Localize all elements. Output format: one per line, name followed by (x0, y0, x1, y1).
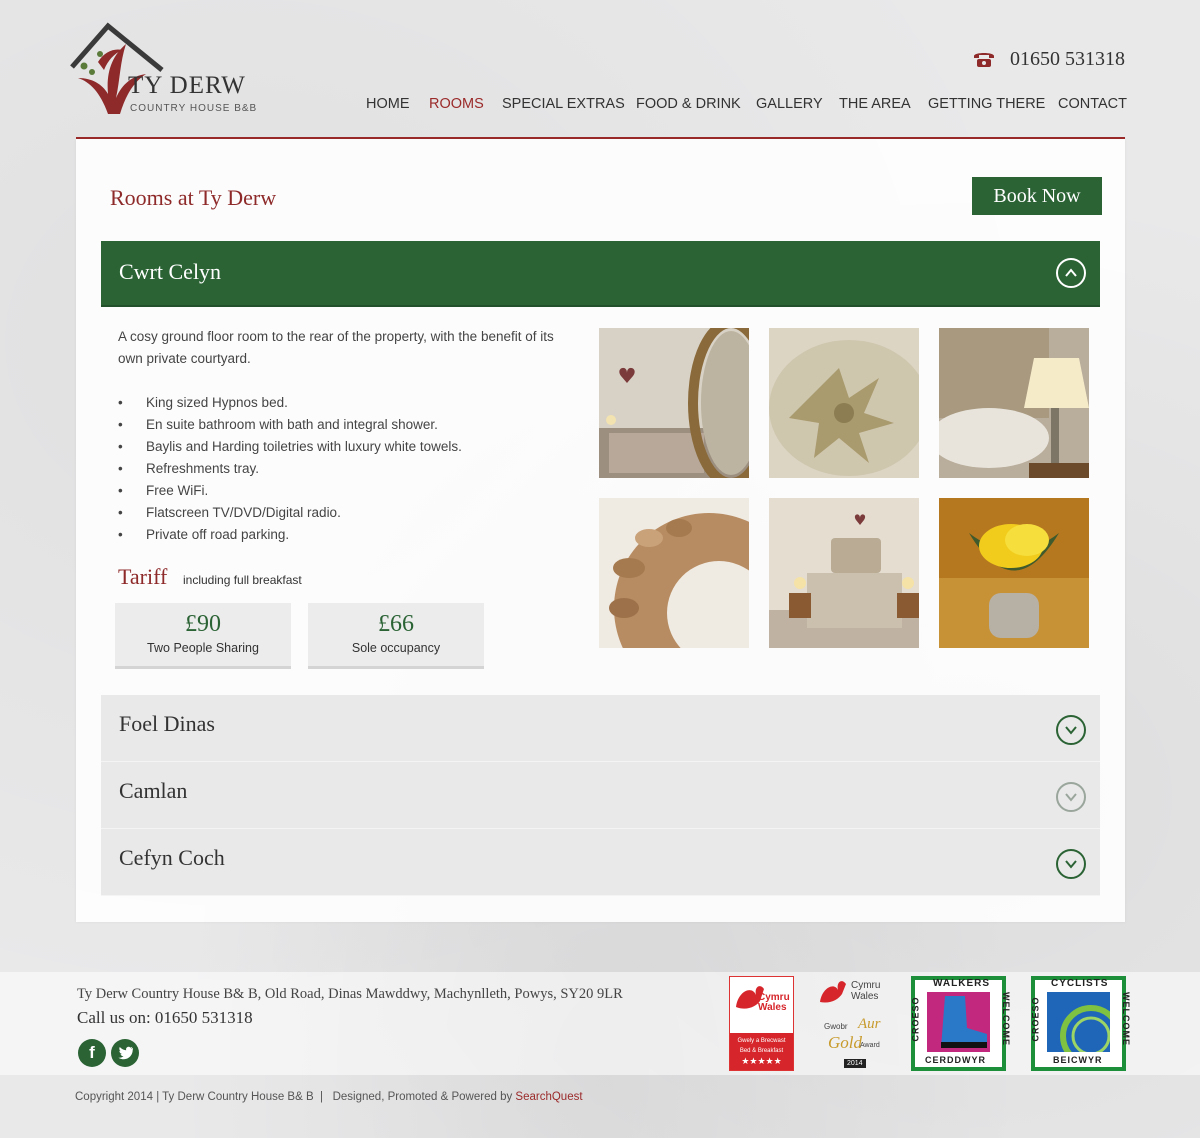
badge-text: CROESO (910, 996, 921, 1042)
nav-contact[interactable]: CONTACT (1058, 96, 1127, 112)
walking-boot-icon (927, 992, 990, 1052)
feature-item: Baylis and Harding toiletries with luxur… (118, 436, 588, 458)
wooden-wreath-photo[interactable] (599, 498, 749, 648)
badge-text: Gold (828, 1033, 862, 1052)
room-accordion-header-cwrt-celyn[interactable] (101, 241, 1100, 307)
badge-text: BEICWYR (1053, 1055, 1103, 1065)
yellow-flower-photo[interactable] (939, 498, 1089, 648)
phone-number: 01650 531318 (1010, 47, 1125, 70)
room-title: Foel Dinas (119, 711, 215, 736)
feature-item: En suite bathroom with bath and integral… (118, 414, 588, 436)
footer-address: Ty Derw Country House B& B, Old Road, Di… (77, 986, 623, 1002)
bedroom-mirror-photo[interactable] (599, 328, 749, 478)
feature-item: Refreshments tray. (118, 458, 588, 480)
embroidered-cushion-photo[interactable] (769, 328, 919, 478)
badge-text: Aur (858, 1016, 881, 1032)
nav-home[interactable]: HOME (366, 96, 410, 112)
facebook-icon[interactable]: f (78, 1039, 106, 1067)
feature-item: Free WiFi. (118, 480, 588, 502)
badge-text: CROESO (1030, 996, 1041, 1042)
room-accordion-foel-dinas[interactable]: Foel Dinas (101, 695, 1100, 762)
room-accordion-cefyn-coch[interactable]: Cefyn Coch (101, 829, 1100, 896)
book-now-button[interactable]: Book Now (972, 177, 1102, 215)
collapse-chevron-up-icon[interactable] (1056, 258, 1086, 288)
footer-call: Call us on: 01650 531318 (77, 1008, 253, 1027)
price-label: Sole occupancy (351, 641, 441, 655)
croeso-walkers-welcome-badge: WALKERS CROESO WELCOME CERDDWYR (910, 976, 1011, 1071)
badge-text: Bed & Breakfast (739, 1048, 784, 1054)
room-title: Cefyn Coch (119, 845, 225, 870)
bicycle-wheel-icon (1047, 992, 1110, 1052)
badge-text: Award (860, 1042, 880, 1049)
tariff-title: Tariff (118, 564, 168, 589)
expand-chevron-down-icon[interactable] (1056, 849, 1086, 879)
room-description: A cosy ground floor room to the rear of … (118, 329, 554, 366)
nav-special-extras[interactable]: SPECIAL EXTRAS (502, 96, 625, 112)
searchquest-link[interactable]: SearchQuest (515, 1091, 582, 1103)
main-nav: HOME ROOMS SPECIAL EXTRAS FOOD & DRINK G… (0, 96, 1127, 118)
expand-chevron-down-icon[interactable] (1056, 782, 1086, 812)
badge-text: Gwobr (824, 1022, 848, 1031)
copyright-text: Copyright 2014 | Ty Derw Country House B… (75, 1091, 516, 1103)
feature-item: Flatscreen TV/DVD/Digital radio. (118, 502, 588, 524)
room-title: Camlan (119, 778, 188, 803)
nav-gallery[interactable]: GALLERY (756, 96, 823, 112)
visit-wales-5-star-badge: Cymru Wales Gwely a Brecwast Bed & Break… (729, 976, 794, 1071)
badge-text: 2014 (844, 1059, 866, 1068)
header-phone[interactable]: 01650 531318 (972, 46, 1125, 72)
nav-the-area[interactable]: THE AREA (839, 96, 911, 112)
room-features-list: King sized Hypnos bed. En suite bathroom… (118, 392, 588, 546)
badge-text: CERDDWYR (925, 1055, 986, 1065)
expand-chevron-down-icon[interactable] (1056, 715, 1086, 745)
nav-getting-there[interactable]: GETTING THERE (928, 96, 1045, 112)
badge-text: WELCOME (1001, 992, 1011, 1046)
price-box-sole-occupancy: £66 Sole occupancy (308, 603, 484, 669)
feature-item: King sized Hypnos bed. (118, 392, 588, 414)
bedside-lamp-photo[interactable] (939, 328, 1089, 478)
badge-text: Gwely a Brecwast (737, 1038, 786, 1044)
room-title: Cwrt Celyn (119, 259, 222, 284)
badge-stars: ★★★★★ (741, 1056, 782, 1066)
page-title: Rooms at Ty Derw (110, 185, 277, 210)
badge-text: WALKERS (933, 978, 990, 989)
croeso-cyclists-welcome-badge: CYCLISTS CROESO WELCOME BEICWYR (1030, 976, 1131, 1071)
badge-text: WELCOME (1121, 992, 1131, 1046)
feature-item: Private off road parking. (118, 524, 588, 546)
welsh-dragon-icon (820, 981, 846, 1003)
price-amount: £90 (185, 611, 221, 637)
nav-food-drink[interactable]: FOOD & DRINK (636, 96, 741, 112)
twitter-icon[interactable] (111, 1039, 139, 1067)
price-box-two-people: £90 Two People Sharing (115, 603, 291, 669)
telephone-icon (974, 53, 994, 67)
tariff-note: including full breakfast (183, 573, 302, 587)
nav-rooms[interactable]: ROOMS (429, 96, 484, 112)
badge-text: Cymru Wales (758, 992, 790, 1013)
price-label: Two People Sharing (147, 641, 259, 655)
badge-text: Cymru Wales (851, 980, 881, 1002)
visit-wales-gold-award-badge: Cymru Wales Gwobr Aur Gold Award 2014 (818, 976, 890, 1071)
bedroom-wide-photo[interactable] (769, 498, 919, 648)
price-amount: £66 (378, 611, 414, 637)
copyright: Copyright 2014 | Ty Derw Country House B… (75, 1091, 583, 1103)
room-accordion-camlan[interactable]: Camlan (101, 762, 1100, 829)
badge-text: CYCLISTS (1051, 978, 1109, 989)
